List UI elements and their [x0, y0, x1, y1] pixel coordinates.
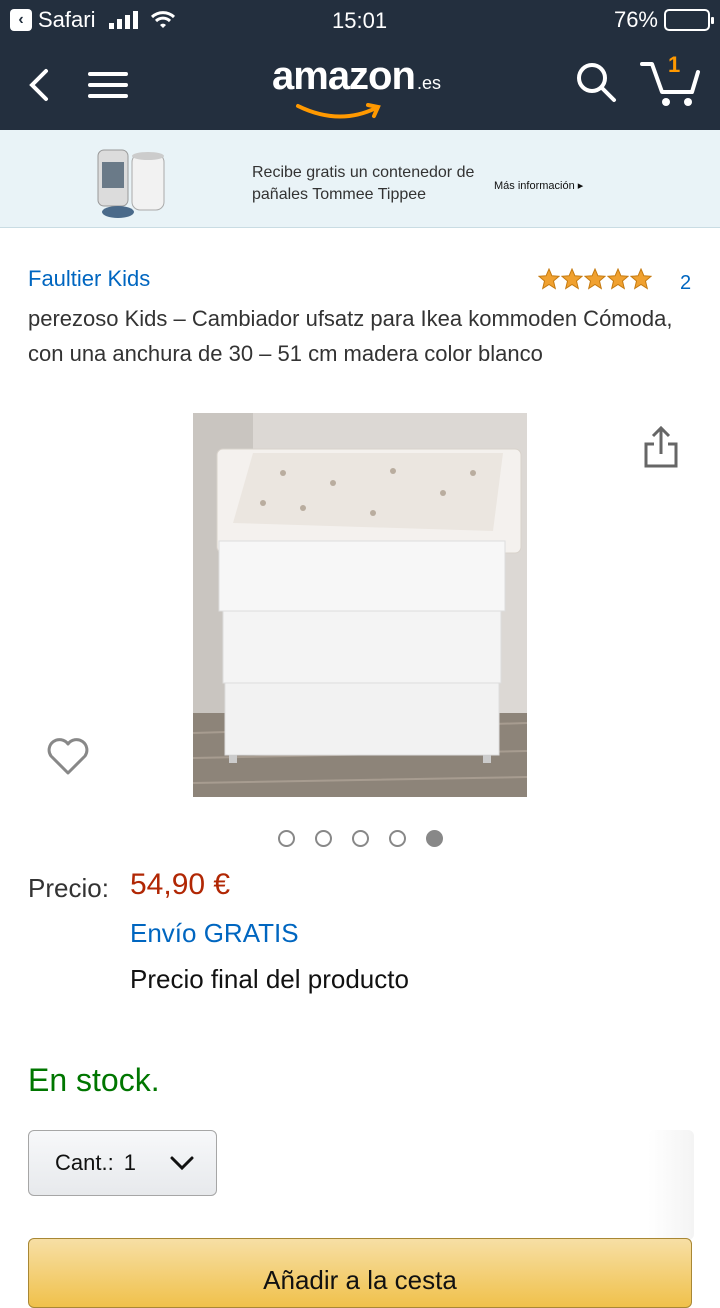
- rating-stars[interactable]: [538, 268, 652, 290]
- top-bar: ‹ Safari 15:01 76% amazon .es 1: [0, 0, 720, 130]
- logo-tld: .es: [416, 73, 441, 93]
- carousel-dot[interactable]: [352, 830, 369, 847]
- carousel-dot[interactable]: [315, 830, 332, 847]
- stock-status: En stock.: [28, 1062, 160, 1098]
- star-icon: [607, 268, 629, 290]
- image-carousel-dots[interactable]: [278, 830, 443, 847]
- free-shipping-link[interactable]: Envío GRATIS: [130, 918, 299, 949]
- quantity-label: Cant.:: [55, 1150, 114, 1175]
- carousel-dot[interactable]: [278, 830, 295, 847]
- status-right: 76%: [613, 7, 714, 33]
- battery-icon: [664, 9, 714, 31]
- final-price-note: Precio final del producto: [130, 964, 409, 994]
- battery-percent: 76%: [613, 7, 658, 32]
- price-value: 54,90 €: [130, 868, 231, 901]
- star-icon: [538, 268, 560, 290]
- amazon-logo[interactable]: amazon .es: [272, 54, 441, 119]
- share-icon[interactable]: [642, 424, 680, 470]
- star-icon: [584, 268, 606, 290]
- carousel-dot[interactable]: [389, 830, 406, 847]
- brand-link[interactable]: Faultier Kids: [28, 266, 150, 292]
- promo-banner[interactable]: Recibe gratis un contenedor de pañales T…: [0, 130, 720, 228]
- logo-text: amazon: [272, 54, 416, 98]
- status-bar: ‹ Safari 15:01 76%: [0, 0, 720, 40]
- status-time: 15:01: [332, 8, 388, 33]
- back-app-label[interactable]: Safari: [38, 7, 95, 33]
- star-icon: [630, 268, 652, 290]
- diaper-bin-image: [97, 149, 165, 218]
- back-to-app-icon[interactable]: ‹: [10, 9, 32, 31]
- star-icon: [561, 268, 583, 290]
- quantity-select[interactable]: Cant.: 1: [28, 1130, 217, 1196]
- amazon-nav: amazon .es 1: [0, 40, 720, 130]
- promo-more-info-link[interactable]: Más información ▸: [494, 179, 583, 192]
- price-label: Precio:: [28, 873, 109, 903]
- signal-icon: [109, 11, 139, 29]
- hamburger-menu-icon[interactable]: [88, 65, 128, 105]
- back-arrow-icon[interactable]: [20, 65, 60, 105]
- wishlist-heart-icon[interactable]: [46, 736, 90, 776]
- brand-row: Faultier Kids 2: [0, 228, 720, 294]
- wifi-icon: [151, 11, 176, 28]
- chevron-down-icon: [170, 1156, 194, 1171]
- search-icon[interactable]: [574, 60, 618, 104]
- promo-text: Recibe gratis un contenedor de pañales T…: [252, 164, 475, 203]
- quantity-value: 1: [123, 1150, 136, 1175]
- product-image[interactable]: [193, 413, 527, 797]
- status-left: ‹ Safari: [10, 7, 176, 33]
- product-title: perezoso Kids – Cambiador ufsatz para Ik…: [28, 306, 673, 366]
- smile-arrow-icon: [296, 103, 381, 119]
- add-to-cart-button[interactable]: Añadir a la cesta: [28, 1238, 692, 1308]
- rating-count-link[interactable]: 2: [680, 272, 691, 295]
- side-panel-edge: [648, 1130, 694, 1240]
- carousel-dot[interactable]: [426, 830, 443, 847]
- cart-count[interactable]: 1: [668, 52, 680, 78]
